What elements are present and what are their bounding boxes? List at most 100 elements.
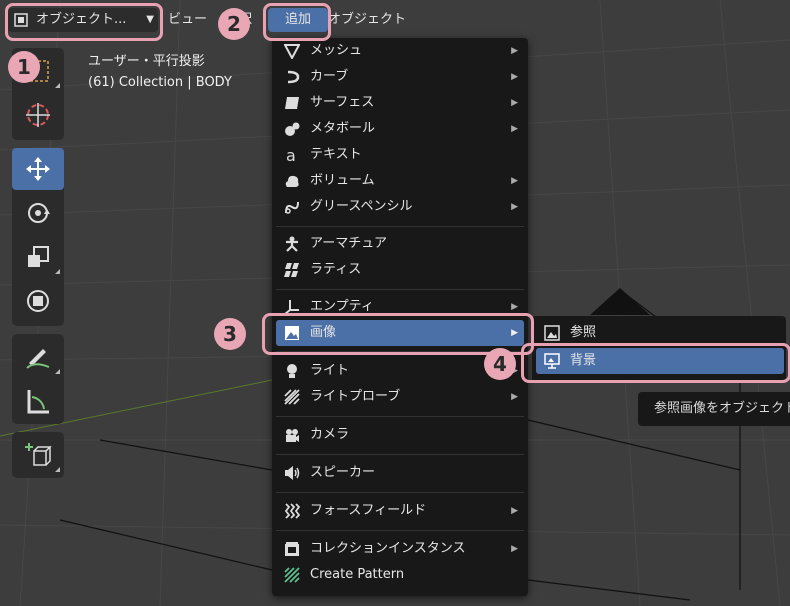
light-probe-icon [284,389,300,405]
object-mode-dropdown[interactable]: オブジェクト... ▼ [8,8,158,32]
pattern-icon [284,567,300,583]
menu-item-light-probe[interactable]: ライトプローブ ▶ [276,384,524,410]
chevron-down-icon: ▼ [146,14,154,25]
force-field-icon [284,503,300,519]
menu-item-label: メッシュ [310,43,363,58]
light-icon [287,364,297,378]
cursor-icon [26,103,50,127]
metaball-icon [285,122,300,136]
menu-item-label: カメラ [310,427,350,442]
menu-item-label: ラティス [310,262,362,277]
menu-item-label: Create Pattern [310,567,405,582]
add-cube-icon [25,443,52,466]
submenu-item-reference[interactable]: 参照 [536,320,784,346]
submenu-item-label: 参照 [570,325,597,340]
viewport-collection-label: (61) Collection | BODY [88,75,232,90]
menu-item-label: アーマチュア [310,236,387,251]
submenu-arrow-icon: ▶ [511,46,518,56]
armature-icon [286,236,298,252]
menu-item-label: グリースペンシル [310,199,413,214]
tooltip: 参照画像をオブジェクト [638,392,790,426]
submenu-arrow-icon: ▶ [511,302,518,312]
submenu-arrow-icon: ▶ [511,98,518,108]
curve-icon [287,70,300,84]
menu-item-create-pattern[interactable]: Create Pattern [276,562,524,588]
menu-item-camera[interactable]: カメラ [276,422,524,448]
image-submenu: 参照 背景 [532,316,786,382]
menu-item-collection-instance[interactable]: コレクションインスタンス ▶ [276,536,524,562]
add-cube-tool[interactable] [12,434,64,476]
menu-separator [276,226,524,227]
step-badge-2: 2 [218,8,250,40]
menu-view[interactable]: ビュー [168,8,207,32]
add-menu: メッシュ ▶ カーブ ▶ サーフェス ▶ メタボール ▶ a テキスト ボリュー… [272,38,528,596]
volume-icon [285,175,299,187]
move-tool[interactable] [12,148,64,190]
menu-item-volume[interactable]: ボリューム ▶ [276,168,524,194]
speaker-icon [285,466,300,480]
menu-item-lattice[interactable]: ラティス [276,257,524,283]
menu-item-label: コレクションインスタンス [310,541,466,556]
menu-add[interactable]: 追加 [268,8,328,32]
annotate-tool[interactable] [12,336,64,378]
step-badge-1: 1 [8,51,40,83]
menu-item-label: エンプティ [310,299,374,314]
submenu-item-label: 背景 [570,353,597,368]
submenu-arrow-icon: ▶ [511,506,518,516]
submenu-arrow-icon: ▶ [511,544,518,554]
menu-item-force-field[interactable]: フォースフィールド ▶ [276,498,524,524]
measure-tool[interactable] [12,380,64,422]
empty-icon [284,300,299,315]
menu-item-label: テキスト [310,147,362,162]
menu-item-label: ボリューム [310,173,375,188]
menu-item-image[interactable]: 画像 ▶ [276,320,524,346]
menu-separator [276,530,524,531]
menu-item-surface[interactable]: サーフェス ▶ [276,90,524,116]
cursor-tool[interactable] [12,94,64,136]
transform-tool[interactable] [12,280,64,322]
menu-object[interactable]: オブジェクト [328,8,406,32]
menu-item-label: 画像 [310,325,337,340]
background-image-icon [544,353,560,369]
reference-image-icon [544,325,560,341]
menu-separator [276,289,524,290]
submenu-arrow-icon: ▶ [511,328,518,338]
menu-item-curve[interactable]: カーブ ▶ [276,64,524,90]
menu-item-speaker[interactable]: スピーカー [276,460,524,486]
menu-separator [276,492,524,493]
corner-arrow-icon [55,269,60,274]
lattice-icon [284,263,299,277]
menu-item-label: ライト [310,363,350,378]
image-icon [285,326,299,340]
menu-item-text[interactable]: a テキスト [276,142,524,168]
rotate-icon [28,203,50,223]
annotate-icon [26,349,50,369]
camera-icon [286,429,299,442]
corner-arrow-icon [55,369,60,374]
scale-icon [28,246,49,267]
submenu-arrow-icon: ▶ [511,392,518,402]
tool-group-annotate [12,334,64,424]
menu-item-label: ライトプローブ [310,389,401,404]
menu-item-label: カーブ [310,69,349,84]
corner-arrow-icon [55,467,60,472]
rotate-tool[interactable] [12,192,64,234]
scale-tool[interactable] [12,236,64,278]
menu-item-metaball[interactable]: メタボール ▶ [276,116,524,142]
object-mode-icon [14,13,28,27]
menu-item-grease-pencil[interactable]: グリースペンシル ▶ [276,194,524,220]
move-icon [26,157,50,181]
step-badge-4: 4 [484,348,516,380]
grease-pencil-icon [285,201,299,214]
menu-item-empty[interactable]: エンプティ ▶ [276,294,524,320]
step-badge-3: 3 [214,318,246,350]
measure-icon [27,390,49,414]
viewport-header: オブジェクト... ▼ ビュー 選択 追加 オブジェクト [0,0,790,38]
submenu-arrow-icon: ▶ [511,176,518,186]
menu-item-armature[interactable]: アーマチュア [276,231,524,257]
menu-separator [276,454,524,455]
submenu-item-background[interactable]: 背景 [536,348,784,374]
menu-item-mesh[interactable]: メッシュ ▶ [276,38,524,64]
submenu-arrow-icon: ▶ [511,202,518,212]
text-icon: a [286,147,296,163]
